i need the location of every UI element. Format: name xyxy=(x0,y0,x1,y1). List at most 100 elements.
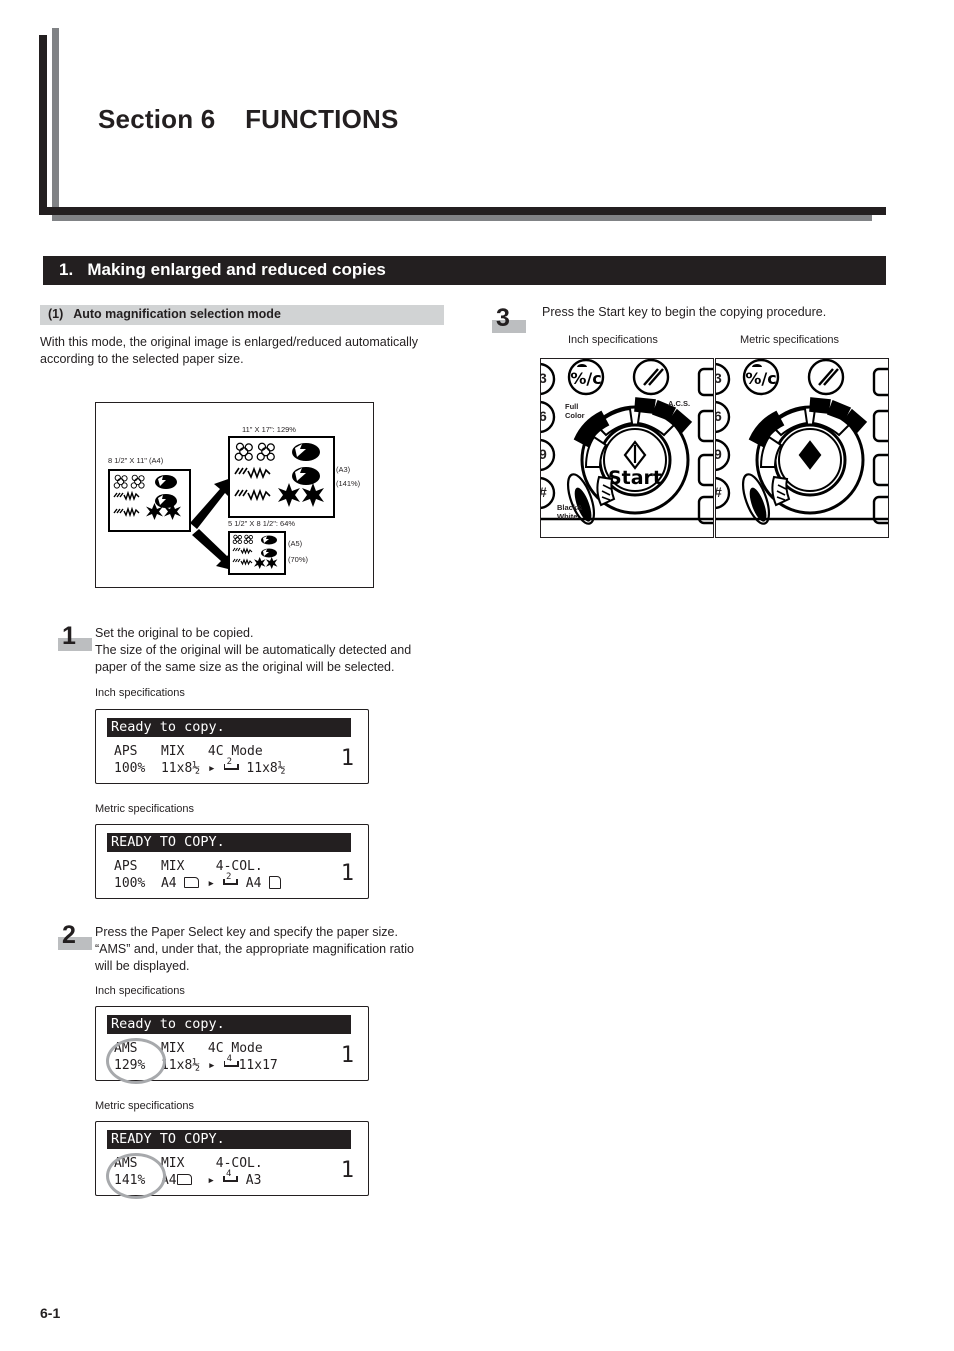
keypad-digit-6: 6 xyxy=(541,408,547,424)
illustration-reduced-box xyxy=(228,531,286,575)
illustration-reduce-label: 5 1/2" X 8 1/2": 64% xyxy=(228,519,296,528)
step-1-line-1: Set the original to be copied. xyxy=(95,626,254,640)
lcd-step1-inch: Ready to copy. APS MIX 4C Mode 100% 11x8… xyxy=(95,709,369,784)
lcd-status-text: Ready to copy. xyxy=(111,719,225,735)
header-gray-vertical-rule xyxy=(52,28,59,221)
cassette-icon: 2 xyxy=(223,757,239,774)
lcd-step2-inch: Ready to copy. AMS MIX 4C Mode 129% 11x8… xyxy=(95,1006,369,1084)
step-1-line-3: paper of the same size as the original w… xyxy=(95,660,395,674)
step-2-line-3: will be displayed. xyxy=(95,959,190,973)
lcd-ratio-value: 100% xyxy=(114,761,146,776)
step-1-metric-caption: Metric specifications xyxy=(95,803,195,815)
enlarged-artwork xyxy=(234,442,324,507)
step-2-line-2: “AMS” and, under that, the appropriate m… xyxy=(95,942,414,956)
svg-text:%/c: %/c xyxy=(745,369,776,388)
illustration-reduce-size: (A5) xyxy=(288,539,303,548)
lcd-copy-count: 1 xyxy=(340,861,354,886)
illustration-reduce-ratio: (70%) xyxy=(288,555,309,564)
svg-text:%/c: %/c xyxy=(570,369,601,388)
step-3-line-1: Press the Start key to begin the copying… xyxy=(542,305,827,319)
panel-metric-caption: Metric specifications xyxy=(740,334,840,346)
acs-label: A.C.S. xyxy=(668,399,691,408)
keypad-digit-9: 9 xyxy=(716,446,722,462)
lcd-status-text: READY TO COPY. xyxy=(111,834,225,850)
page-number: 6-1 xyxy=(40,1305,61,1321)
cassette-icon: 4 xyxy=(223,1054,239,1071)
lcd-ratio-value: 100% xyxy=(114,876,146,891)
step-2-metric-caption: Metric specifications xyxy=(95,1100,195,1112)
lcd-mode-row: APS MIX 4-COL. xyxy=(114,859,263,874)
keypad-digit-hash: # xyxy=(716,484,722,500)
lcd-status-text: READY TO COPY. xyxy=(111,1131,225,1147)
intro-line-2: according to the selected paper size. xyxy=(40,352,244,366)
subsection-intro-text: With this mode, the original image is en… xyxy=(40,334,450,368)
step-3-number: 3 xyxy=(496,304,510,332)
lcd-step2-metric: READY TO COPY. AMS MIX 4-COL. 141% A4 ▸ … xyxy=(95,1121,369,1199)
intro-line-1: With this mode, the original image is en… xyxy=(40,335,418,349)
ams-highlight-ellipse xyxy=(106,1038,166,1084)
illustration-enlarge-ratio: (141%) xyxy=(336,479,361,488)
illustration-original-box xyxy=(108,469,191,532)
cassette-icon: 4 xyxy=(222,1169,238,1186)
panel-inch-caption: Inch specifications xyxy=(568,334,658,346)
keypad-digit-hash: # xyxy=(541,484,547,500)
control-panel-metric: %/c xyxy=(715,358,889,538)
lcd-copy-count: 1 xyxy=(340,746,354,771)
lcd-title-bar: Ready to copy. xyxy=(107,718,351,737)
paper-portrait-icon xyxy=(269,876,282,889)
left-column: (1) Auto magnification selection mode Wi… xyxy=(40,305,450,368)
step-1-number: 1 xyxy=(62,622,76,650)
header-black-horizontal-rule xyxy=(39,207,886,215)
cassette-icon: 2 xyxy=(222,872,238,889)
page-title: Section 6 FUNCTIONS xyxy=(98,104,399,134)
lcd-dest-size: 11x8½ xyxy=(246,761,286,776)
step-2-number: 2 xyxy=(62,921,76,949)
lcd-dest-size: A3 xyxy=(245,1173,262,1188)
step-2-text: Press the Paper Select key and specify t… xyxy=(95,924,445,975)
illustration-original-label: 8 1/2" X 11" (A4) xyxy=(108,456,164,465)
paper-landscape-icon xyxy=(184,877,200,888)
cassette-number: 4 xyxy=(226,1054,233,1064)
svg-text:Start: Start xyxy=(608,467,662,489)
lcd-title-bar: Ready to copy. xyxy=(107,1015,351,1034)
step-1-inch-caption: Inch specifications xyxy=(95,687,185,699)
step-2-line-1: Press the Paper Select key and specify t… xyxy=(95,925,398,939)
lcd-title-bar: READY TO COPY. xyxy=(107,1130,351,1149)
reduced-artwork xyxy=(232,534,278,569)
cassette-number: 2 xyxy=(225,872,232,882)
lcd-size-row: 100% 11x8½ ▸ 2 11x8½ xyxy=(114,757,286,776)
step-1-line-2: The size of the original will be automat… xyxy=(95,643,412,657)
lcd-source-size: 11x8½ xyxy=(160,1058,201,1073)
keypad-digit-6: 6 xyxy=(716,408,722,424)
section-heading-bar: 1. Making enlarged and reduced copies xyxy=(43,256,886,285)
paper-landscape-icon xyxy=(176,1174,192,1185)
lcd-title-bar: READY TO COPY. xyxy=(107,833,351,852)
original-artwork xyxy=(113,474,181,520)
subsection-heading-label: (1) Auto magnification selection mode xyxy=(48,307,281,321)
magnification-illustration: 8 1/2" X 11" (A4) 11" X 17": 129% (A3) (… xyxy=(95,402,374,588)
illustration-enlarge-label: 11" X 17": 129% xyxy=(242,425,296,434)
header-black-vertical-rule xyxy=(39,35,47,215)
control-panel-figures: %/c Start Full Color A.C.S. Black& White… xyxy=(540,358,889,538)
lcd-size-row: 100% A4 ▸ 2 A4 xyxy=(114,872,282,891)
lcd-copy-count: 1 xyxy=(340,1158,354,1183)
keypad-digit-9: 9 xyxy=(541,446,547,462)
black-white-label: Black& White xyxy=(557,503,583,521)
lcd-step1-metric: READY TO COPY. APS MIX 4-COL. 100% A4 ▸ … xyxy=(95,824,369,899)
step-2-inch-caption: Inch specifications xyxy=(95,985,185,997)
header-gray-horizontal-rule xyxy=(52,214,872,221)
lcd-mode-row: APS MIX 4C Mode xyxy=(114,744,263,759)
step-1-text: Set the original to be copied. The size … xyxy=(95,625,445,676)
control-panel-metric-artwork: %/c xyxy=(716,359,888,525)
document-page: Section 6 FUNCTIONS 1. Making enlarged a… xyxy=(0,0,954,1351)
illustration-enlarge-size: (A3) xyxy=(336,465,351,474)
full-color-label: Full Color xyxy=(565,402,585,420)
section-heading-label: 1. Making enlarged and reduced copies xyxy=(59,260,386,279)
lcd-source-size: A4 xyxy=(160,876,177,891)
keypad-digit-3: 3 xyxy=(541,370,547,386)
lcd-dest-size: A4 xyxy=(245,876,262,891)
control-panel-inch: %/c Start Full Color A.C.S. Black& White xyxy=(540,358,714,538)
lcd-dest-size: 11x17 xyxy=(238,1058,278,1073)
subsection-heading-bar: (1) Auto magnification selection mode xyxy=(40,305,444,325)
keypad-digit-3: 3 xyxy=(716,370,722,386)
